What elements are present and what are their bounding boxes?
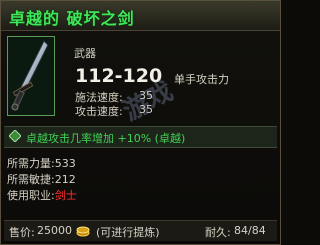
agility-requirement: 所需敏捷:212 — [7, 173, 76, 186]
damage-value: 112-120 — [75, 65, 163, 87]
attack-speed-value: 35 — [139, 103, 153, 116]
damage-label: 单手攻击力 — [174, 73, 229, 86]
excellent-option-row: 卓越攻击几率增加 +10% (卓越) — [4, 126, 277, 148]
footer-bar: 售价: 25000 (可进行提炼) 耐久: 84/84 — [4, 220, 277, 241]
sword-icon — [11, 40, 49, 111]
durability-label: 耐久: — [205, 226, 231, 239]
strength-requirement: 所需力量:533 — [7, 157, 76, 170]
item-tooltip: 卓越的 破坏之剑 武器 112-120 单手攻击力 施法速度: 35 攻击速度:… — [0, 0, 281, 245]
cast-speed-value: 35 — [139, 89, 153, 102]
attack-speed-label: 攻击速度: — [75, 105, 123, 118]
refine-status: (可进行提炼) — [96, 226, 160, 239]
class-requirement: 使用职业:剑士 — [7, 187, 77, 203]
class-value: 剑士 — [54, 189, 77, 202]
bullet-icon — [9, 130, 21, 142]
title-bar: 卓越的 破坏之剑 — [1, 1, 280, 31]
item-type: 武器 — [74, 47, 96, 60]
coin-icon — [76, 226, 90, 237]
item-title: 卓越的 破坏之剑 — [9, 9, 135, 28]
price-label: 售价: — [9, 226, 35, 239]
excellent-option-text: 卓越攻击几率增加 +10% (卓越) — [26, 132, 186, 145]
price-value: 25000 — [37, 224, 72, 237]
class-label: 使用职业: — [7, 189, 55, 202]
item-icon-slot — [7, 36, 55, 116]
durability-value: 84/84 — [234, 224, 266, 237]
